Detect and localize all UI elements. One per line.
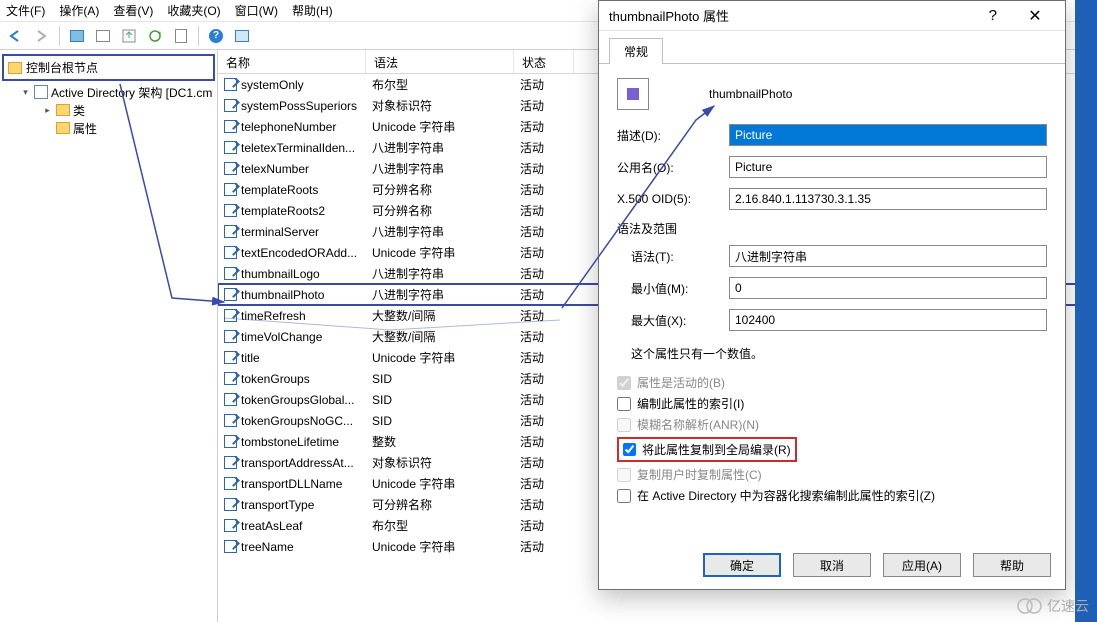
collapse-icon[interactable]: ▾ (20, 87, 31, 98)
schema-icon (34, 85, 48, 99)
label-syntax-range: 语法及范围 (617, 220, 1047, 237)
attribute-icon (224, 330, 237, 343)
checkbox-index[interactable] (617, 397, 631, 411)
folder-icon (56, 122, 70, 134)
menu-help[interactable]: 帮助(H) (292, 2, 333, 19)
extra-button[interactable] (230, 25, 254, 47)
attribute-icon (224, 141, 237, 154)
attribute-icon (224, 540, 237, 553)
tab-strip: 常规 (599, 31, 1065, 64)
attribute-icon (224, 120, 237, 133)
attribute-icon (224, 225, 237, 238)
label-replicate: 将此属性复制到全局编录(R) (642, 441, 791, 458)
check-index[interactable]: 编制此属性的索引(I) (617, 393, 1047, 414)
attribute-icon (224, 498, 237, 511)
export-button[interactable] (117, 25, 141, 47)
forward-button[interactable] (30, 25, 54, 47)
checkbox-replicate[interactable] (623, 443, 636, 456)
desktop-edge (1075, 0, 1097, 622)
properties-dialog: thumbnailPhoto 属性 ? ✕ 常规 thumbnailPhoto … (598, 0, 1066, 590)
label-common-name: 公用名(O): (617, 159, 729, 176)
checkbox-copy-user (617, 468, 631, 482)
attribute-icon (224, 372, 237, 385)
menu-window[interactable]: 窗口(W) (235, 2, 278, 19)
tree-panel: 控制台根节点 ▾ Active Directory 架构 [DC1.cm ▸ 类… (0, 50, 218, 622)
list-view-button[interactable] (91, 25, 115, 47)
syntax-field (729, 245, 1047, 267)
ok-button[interactable]: 确定 (703, 553, 781, 577)
attribute-icon (224, 204, 237, 217)
attribute-icon (224, 78, 237, 91)
label-max: 最大值(X): (617, 312, 729, 329)
checkbox-anr (617, 418, 631, 432)
attribute-icon (224, 267, 237, 280)
highlight-replicate: 将此属性复制到全局编录(R) (617, 437, 797, 462)
attribute-icon (224, 519, 237, 532)
checkbox-container-index[interactable] (617, 489, 631, 503)
folder-icon (8, 62, 22, 74)
attribute-icon (224, 288, 237, 301)
description-input[interactable] (729, 124, 1047, 146)
attribute-icon (224, 414, 237, 427)
tree-attrs-label: 属性 (73, 120, 97, 137)
attribute-icon (224, 351, 237, 364)
help-button[interactable]: ? (204, 25, 228, 47)
col-status[interactable]: 状态 (514, 50, 574, 73)
folder-icon (56, 104, 70, 116)
label-oid: X.500 OID(5): (617, 192, 729, 206)
tab-general[interactable]: 常规 (609, 38, 663, 64)
label-description: 描述(D): (617, 127, 729, 144)
tree-attributes[interactable]: 属性 (2, 119, 215, 137)
watermark: 亿速云 (1017, 596, 1089, 616)
menu-file[interactable]: 文件(F) (6, 2, 45, 19)
attribute-icon (224, 162, 237, 175)
check-active: 属性是活动的(B) (617, 372, 1047, 393)
attribute-icon (224, 456, 237, 469)
refresh-button[interactable] (143, 25, 167, 47)
tree-ad-schema[interactable]: ▾ Active Directory 架构 [DC1.cm (2, 83, 215, 101)
checkbox-active (617, 376, 631, 390)
tree-root[interactable]: 控制台根节点 (2, 54, 215, 81)
label-syntax: 语法(T): (617, 248, 729, 265)
folder-button[interactable] (65, 25, 89, 47)
watermark-icon (1017, 598, 1043, 614)
tree-ad-label: Active Directory 架构 [DC1.cm (51, 84, 212, 101)
attribute-icon (617, 78, 649, 110)
check-copy-user: 复制用户时复制属性(C) (617, 464, 1047, 485)
menu-fav[interactable]: 收藏夹(O) (167, 2, 220, 19)
cancel-button[interactable]: 取消 (793, 553, 871, 577)
help-button[interactable]: 帮助 (973, 553, 1051, 577)
tree-root-label: 控制台根节点 (26, 59, 98, 76)
oid-field (729, 188, 1047, 210)
attribute-icon (224, 435, 237, 448)
min-input[interactable] (729, 277, 1047, 299)
menu-view[interactable]: 查看(V) (113, 2, 153, 19)
common-name-field (729, 156, 1047, 178)
check-container-index[interactable]: 在 Active Directory 中为容器化搜索编制此属性的索引(Z) (617, 485, 1047, 506)
label-min: 最小值(M): (617, 280, 729, 297)
label-single-value: 这个属性只有一个数值。 (617, 341, 1047, 372)
attribute-icon (224, 477, 237, 490)
attribute-icon (224, 309, 237, 322)
check-anr: 模糊名称解析(ANR)(N) (617, 414, 1047, 435)
help-icon[interactable]: ? (989, 7, 997, 24)
close-icon[interactable]: ✕ (1015, 4, 1055, 28)
attribute-icon (224, 183, 237, 196)
dialog-title-text: thumbnailPhoto 属性 (609, 6, 729, 25)
attribute-icon (224, 246, 237, 259)
menu-action[interactable]: 操作(A) (59, 2, 99, 19)
apply-button[interactable]: 应用(A) (883, 553, 961, 577)
col-name[interactable]: 名称 (218, 50, 366, 73)
col-syntax[interactable]: 语法 (366, 50, 514, 73)
dialog-titlebar[interactable]: thumbnailPhoto 属性 ? ✕ (599, 1, 1065, 31)
attribute-icon (224, 99, 237, 112)
attribute-icon (224, 393, 237, 406)
properties-button[interactable] (169, 25, 193, 47)
dialog-attr-name: thumbnailPhoto (709, 87, 792, 101)
back-button[interactable] (4, 25, 28, 47)
tree-classes-label: 类 (73, 102, 85, 119)
tree-classes[interactable]: ▸ 类 (2, 101, 215, 119)
max-input[interactable] (729, 309, 1047, 331)
expand-icon[interactable]: ▸ (42, 105, 53, 116)
